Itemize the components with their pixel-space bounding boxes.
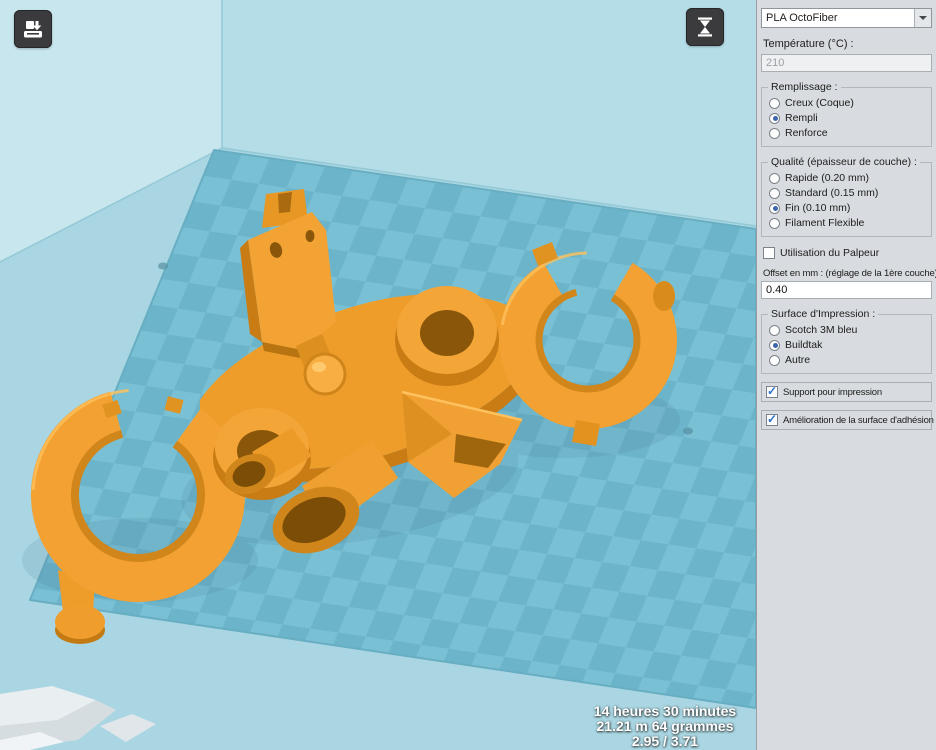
stats-line-3: 2.95 / 3.71 (631, 733, 699, 749)
radio-label: Fin (0.10 mm) (785, 202, 851, 214)
palpeur-checkbox[interactable]: Utilisation du Palpeur (763, 247, 932, 259)
radio-buildtak[interactable]: Buildtak (769, 339, 926, 351)
print-stats: 14 heures 30 minutes 21.21 m 64 grammes … (545, 704, 756, 749)
radio-icon (769, 187, 780, 199)
temperature-label: Température (°C) : (763, 38, 854, 50)
radio-label: Autre (785, 354, 811, 366)
view-mode-button[interactable] (686, 8, 724, 46)
radio-icon (769, 97, 780, 109)
radio-label: Buildtak (785, 339, 823, 351)
radio-label: Standard (0.15 mm) (785, 187, 879, 199)
adhesion-checkbox[interactable]: Amélioration de la surface d'adhésion (761, 410, 934, 430)
plate-screw-hole (683, 427, 693, 435)
radio-filament-flexible[interactable]: Filament Flexible (769, 217, 926, 229)
save-print-button[interactable] (14, 10, 52, 48)
radio-icon (769, 217, 780, 229)
radio-label: Rapide (0.20 mm) (785, 172, 870, 184)
radio-label: Scotch 3M bleu (785, 324, 858, 336)
radio-creux-coque[interactable]: Creux (Coque) (769, 97, 926, 109)
material-select[interactable]: PLA OctoFiber (761, 8, 932, 28)
radio-icon (769, 354, 780, 366)
surface-group: Surface d'Impression : Scotch 3M bleu Bu… (761, 308, 932, 374)
support-checkbox[interactable]: Support pour impression (761, 382, 932, 402)
radio-icon (769, 339, 780, 351)
checkbox-label: Support pour impression (783, 386, 882, 398)
stats-line-1: 14 heures 30 minutes (593, 703, 737, 719)
hourglass-icon (698, 17, 712, 37)
radio-autre[interactable]: Autre (769, 354, 926, 366)
settings-panel: PLA OctoFiber Température (°C) : Remplis… (756, 0, 936, 750)
plate-screw-hole (158, 262, 168, 270)
app-window: 14 heures 30 minutes 21.21 m 64 grammes … (0, 0, 936, 750)
quality-legend: Qualité (épaisseur de couche) : (771, 156, 917, 168)
scene-canvas (0, 0, 756, 750)
3d-viewport[interactable]: 14 heures 30 minutes 21.21 m 64 grammes … (0, 0, 756, 750)
temperature-input[interactable] (761, 54, 932, 72)
radio-icon (769, 112, 780, 124)
material-select-value: PLA OctoFiber (766, 12, 838, 24)
checkbox-icon (766, 412, 778, 426)
radio-rapide[interactable]: Rapide (0.20 mm) (769, 172, 926, 184)
offset-input[interactable] (761, 281, 932, 299)
radio-icon (769, 172, 780, 184)
stats-line-2: 21.21 m 64 grammes (596, 718, 734, 734)
model-knob (303, 352, 347, 396)
offset-label: Offset en mm : (réglage de la 1ère couch… (763, 268, 936, 279)
checkbox-label: Utilisation du Palpeur (780, 247, 880, 259)
infill-legend: Remplissage : (771, 81, 838, 93)
radio-icon (769, 202, 780, 214)
radio-icon (769, 324, 780, 336)
radio-icon (769, 127, 780, 139)
quality-group: Qualité (épaisseur de couche) : Rapide (… (761, 156, 932, 237)
radio-label: Creux (Coque) (785, 97, 854, 109)
radio-label: Filament Flexible (785, 217, 865, 229)
checkbox-icon (763, 247, 775, 259)
radio-label: Rempli (785, 112, 818, 124)
surface-legend: Surface d'Impression : (771, 308, 876, 320)
radio-scotch-3m[interactable]: Scotch 3M bleu (769, 324, 926, 336)
checkbox-icon (766, 384, 778, 398)
chevron-down-icon (914, 9, 931, 27)
printer-export-icon (24, 21, 42, 38)
infill-group: Remplissage : Creux (Coque) Rempli Renfo… (761, 81, 932, 147)
checkbox-label: Amélioration de la surface d'adhésion (783, 414, 934, 426)
radio-rempli[interactable]: Rempli (769, 112, 926, 124)
radio-label: Renforce (785, 127, 828, 139)
radio-standard[interactable]: Standard (0.15 mm) (769, 187, 926, 199)
radio-renforce[interactable]: Renforce (769, 127, 926, 139)
radio-fin[interactable]: Fin (0.10 mm) (769, 202, 926, 214)
model-cylinder-upper (395, 286, 499, 386)
